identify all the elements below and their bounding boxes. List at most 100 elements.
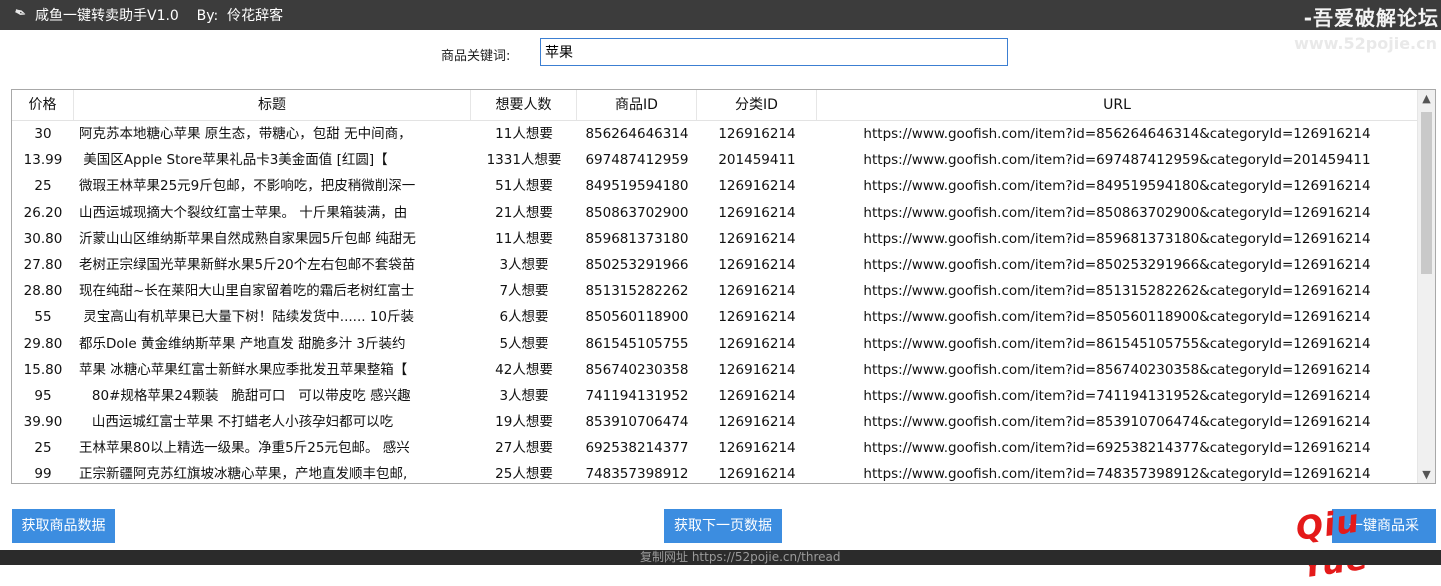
cell-price: 28.80 bbox=[23, 283, 63, 300]
cell-title: 老树正宗绿国光苹果新鲜水果5斤20个左右包邮不套袋苗 bbox=[79, 256, 416, 273]
cell-product-id: 853910706474 bbox=[585, 414, 689, 431]
table-row[interactable]: 55 灵宝高山有机苹果已大量下树！陆续发货中...... 10斤装 6人想要 850… bbox=[12, 304, 1417, 330]
cell-product-id: 856264646314 bbox=[585, 126, 689, 142]
cell-price: 55 bbox=[34, 309, 52, 326]
table-row[interactable]: 99 正宗新疆阿克苏红旗坡冰糖心苹果，产地直发顺丰包邮, 25人想要 74835739… bbox=[12, 461, 1417, 483]
table-row[interactable]: 39.90 山西运城红富士苹果 不打蜡老人小孩孕妇都可以吃 19人想要 853910… bbox=[12, 409, 1417, 435]
cell-title: 80#规格苹果24颗装 脆甜可口 可以带皮吃 感兴趣 bbox=[79, 387, 411, 404]
cell-price: 15.80 bbox=[23, 361, 63, 378]
cell-title: 阿克苏本地糖心苹果 原生态，带糖心，包甜 无中间商， bbox=[79, 126, 412, 142]
cell-title: 沂蒙山山区维纳斯苹果自然成熟自家果园5斤包邮 纯甜无 bbox=[79, 230, 416, 247]
cell-price: 25 bbox=[34, 178, 52, 195]
table-row[interactable]: 25 王林苹果80以上精选一级果。净重5斤25元包邮。 感兴 27人想要 692538… bbox=[12, 435, 1417, 461]
cell-want: 3人想要 bbox=[499, 256, 549, 273]
taskbar-text: 复制网址 https://52pojie.cn/thread bbox=[640, 550, 841, 564]
cell-title: 苹果 冰糖心苹果红富士新鲜水果应季批发丑苹果整箱【 bbox=[79, 361, 408, 378]
table-row[interactable]: 26.20 山西运城现摘大个裂纹红富士苹果。 十斤果箱装满，由 21人想要 85086… bbox=[12, 200, 1417, 226]
cell-url: https://www.goofish.com/item?id=69253821… bbox=[863, 440, 1371, 457]
cell-product-id: 856740230358 bbox=[585, 361, 689, 378]
cell-price: 99 bbox=[34, 466, 52, 483]
cell-title: 灵宝高山有机苹果已大量下树！陆续发货中...... 10斤装 bbox=[79, 309, 415, 326]
cell-product-id: 692538214377 bbox=[585, 440, 689, 457]
table-row[interactable]: 29.80 都乐Dole 黄金维纳斯苹果 产地直发 甜脆多汁 3斤装约 5人想要 86… bbox=[12, 331, 1417, 357]
cell-category-id: 126916214 bbox=[718, 466, 796, 483]
scroll-down-icon[interactable]: ▼ bbox=[1418, 468, 1435, 481]
taskbar: 复制网址 https://52pojie.cn/thread bbox=[0, 550, 1441, 565]
table-row[interactable]: 27.80 老树正宗绿国光苹果新鲜水果5斤20个左右包邮不套袋苗 3人想要 85025… bbox=[12, 252, 1417, 278]
table-header: 价格 标题 想要人数 商品ID 分类ID URL bbox=[12, 90, 1417, 121]
cell-category-id: 201459411 bbox=[718, 152, 796, 169]
cell-want: 42人想要 bbox=[495, 361, 553, 378]
cell-price: 30 bbox=[34, 126, 52, 142]
cell-url: https://www.goofish.com/item?id=85674023… bbox=[863, 361, 1371, 378]
scroll-up-icon[interactable]: ▲ bbox=[1418, 92, 1435, 105]
signature-overlay: Qiu Yue bbox=[1293, 501, 1370, 585]
column-header-product-id[interactable]: 商品ID bbox=[577, 90, 697, 120]
keyword-label: 商品关键词: bbox=[441, 49, 511, 64]
vertical-scrollbar[interactable]: ▲ ▼ bbox=[1417, 90, 1435, 483]
watermark-url: www.52pojie.cn bbox=[1294, 34, 1437, 53]
cell-url: https://www.goofish.com/item?id=74835739… bbox=[863, 466, 1371, 483]
cell-want: 6人想要 bbox=[499, 309, 549, 326]
column-header-url[interactable]: URL bbox=[817, 90, 1417, 120]
column-header-price[interactable]: 价格 bbox=[12, 90, 74, 120]
cell-title: 王林苹果80以上精选一级果。净重5斤25元包邮。 感兴 bbox=[79, 440, 410, 457]
window-title: 咸鱼一键转卖助手V1.0 By: 伶花辞客 bbox=[35, 8, 284, 24]
cell-title: 正宗新疆阿克苏红旗坡冰糖心苹果，产地直发顺丰包邮, bbox=[79, 466, 408, 483]
cell-url: https://www.goofish.com/item?id=86154510… bbox=[863, 335, 1371, 352]
cell-price: 26.20 bbox=[23, 204, 63, 221]
keyword-input[interactable] bbox=[540, 38, 1008, 66]
cell-url: https://www.goofish.com/item?id=85056011… bbox=[863, 309, 1371, 326]
cell-product-id: 741194131952 bbox=[585, 387, 689, 404]
column-header-want[interactable]: 想要人数 bbox=[471, 90, 577, 120]
cell-want: 51人想要 bbox=[495, 178, 553, 195]
cell-title: 微瑕王林苹果25元9斤包邮，不影响吃，把皮稍微削深一 bbox=[79, 178, 416, 195]
fetch-products-button[interactable]: 获取商品数据 bbox=[12, 509, 115, 543]
cell-category-id: 126916214 bbox=[718, 361, 796, 378]
product-table[interactable]: 价格 标题 想要人数 商品ID 分类ID URL 30 阿克苏本地糖心苹果 原生态… bbox=[11, 89, 1436, 484]
cell-price: 95 bbox=[34, 387, 52, 404]
table-body: 30 阿克苏本地糖心苹果 原生态，带糖心，包甜 无中间商， 11人想要 8562646… bbox=[12, 121, 1417, 483]
table-row[interactable]: 13.99 美国区Apple Store苹果礼品卡3美金面值 [红圆]【 1331… bbox=[12, 147, 1417, 173]
cell-want: 27人想要 bbox=[495, 440, 553, 457]
cell-product-id: 849519594180 bbox=[585, 178, 689, 195]
cell-url: https://www.goofish.com/item?id=85626464… bbox=[863, 126, 1371, 142]
cell-want: 3人想要 bbox=[499, 387, 549, 404]
table-row[interactable]: 25 微瑕王林苹果25元9斤包邮，不影响吃，把皮稍微削深一 51人想要 8495195… bbox=[12, 173, 1417, 199]
cell-url: https://www.goofish.com/item?id=85968137… bbox=[863, 230, 1371, 247]
cell-product-id: 850863702900 bbox=[585, 204, 689, 221]
cell-url: https://www.goofish.com/item?id=85131528… bbox=[863, 283, 1371, 300]
table-row[interactable]: 30.80 沂蒙山山区维纳斯苹果自然成熟自家果园5斤包邮 纯甜无 11人想要 8596… bbox=[12, 226, 1417, 252]
cell-url: https://www.goofish.com/item?id=84951959… bbox=[863, 178, 1371, 195]
cell-category-id: 126916214 bbox=[718, 309, 796, 326]
column-header-title[interactable]: 标题 bbox=[74, 90, 471, 120]
cell-title: 山西运城红富士苹果 不打蜡老人小孩孕妇都可以吃 bbox=[79, 414, 394, 431]
table-row[interactable]: 95 80#规格苹果24颗装 脆甜可口 可以带皮吃 感兴趣 3人想要 7411941… bbox=[12, 383, 1417, 409]
cell-category-id: 126916214 bbox=[718, 283, 796, 300]
cell-price: 27.80 bbox=[23, 256, 63, 273]
cell-want: 1331人想要 bbox=[486, 152, 562, 169]
cell-want: 21人想要 bbox=[495, 204, 553, 221]
cell-price: 25 bbox=[34, 440, 52, 457]
cell-category-id: 126916214 bbox=[718, 178, 796, 195]
cell-category-id: 126916214 bbox=[718, 387, 796, 404]
table-row[interactable]: 28.80 现在纯甜~长在莱阳大山里自家留着吃的霜后老树红富士 7人想要 851315… bbox=[12, 278, 1417, 304]
cell-category-id: 126916214 bbox=[718, 126, 796, 142]
column-header-category-id[interactable]: 分类ID bbox=[697, 90, 817, 120]
table-row[interactable]: 30 阿克苏本地糖心苹果 原生态，带糖心，包甜 无中间商， 11人想要 8562646… bbox=[12, 121, 1417, 147]
cell-want: 25人想要 bbox=[495, 466, 553, 483]
cell-title: 美国区Apple Store苹果礼品卡3美金面值 [红圆]【 bbox=[79, 152, 388, 169]
cell-want: 11人想要 bbox=[495, 230, 553, 247]
cell-url: https://www.goofish.com/item?id=85391070… bbox=[863, 414, 1371, 431]
cell-url: https://www.goofish.com/item?id=69748741… bbox=[863, 152, 1371, 169]
cell-want: 5人想要 bbox=[499, 335, 549, 352]
cell-category-id: 126916214 bbox=[718, 230, 796, 247]
cell-price: 29.80 bbox=[23, 335, 63, 352]
table-row[interactable]: 15.80 苹果 冰糖心苹果红富士新鲜水果应季批发丑苹果整箱【 42人想要 85674… bbox=[12, 357, 1417, 383]
cell-product-id: 851315282262 bbox=[585, 283, 689, 300]
cell-price: 39.90 bbox=[23, 414, 63, 431]
cell-product-id: 861545105755 bbox=[585, 335, 689, 352]
next-page-button[interactable]: 获取下一页数据 bbox=[664, 509, 782, 543]
cell-price: 30.80 bbox=[23, 230, 63, 247]
scrollbar-thumb[interactable] bbox=[1421, 112, 1432, 274]
